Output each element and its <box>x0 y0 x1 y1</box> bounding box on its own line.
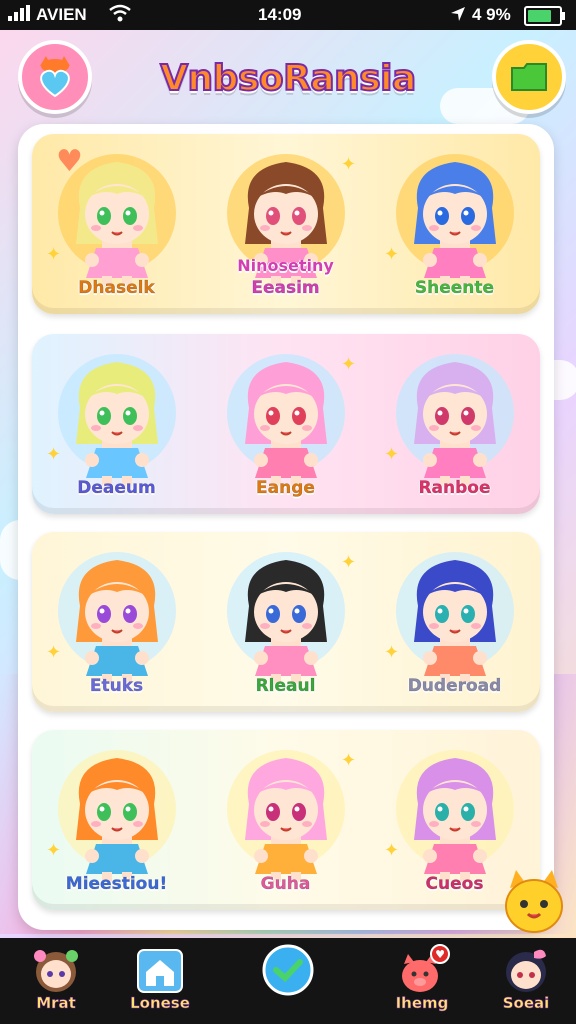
nav-label: Ihemg <box>395 994 449 1013</box>
chibi-character-icon <box>62 348 172 488</box>
character-name: Eeasim <box>251 278 320 299</box>
chibi-character-icon <box>400 148 510 288</box>
character-grid-panel: Dhaselk ✦ Ninosetiny Eeasim ✦ Sheente ✦ … <box>18 124 554 930</box>
heart-icon: ♥ <box>56 144 83 179</box>
chibi-character-icon <box>231 744 341 884</box>
location-icon <box>450 6 466 27</box>
signal-icon <box>8 5 34 26</box>
battery-percent: 4 9% <box>472 5 511 24</box>
character-name: Eange <box>256 478 315 499</box>
character-name: Mieestiou! <box>65 874 168 895</box>
folder-icon[interactable] <box>492 40 566 114</box>
sparkle-icon: ✦ <box>341 354 357 375</box>
character-card[interactable]: Ninosetiny Eeasim ✦ <box>201 134 370 314</box>
pig-notification-icon: ♥ <box>394 944 450 996</box>
fox-mascot-icon[interactable] <box>496 866 572 940</box>
character-row: Etuks ✦ Rleaul ✦ Duderoad ✦ <box>32 532 540 712</box>
character-row: Deaeum ✦ Eange ✦ Ranboe ✦ <box>32 334 540 514</box>
nav-item[interactable]: Mrat <box>6 938 106 1024</box>
carrier-name: AVIEN <box>36 5 87 24</box>
character-card[interactable]: Duderoad ✦ <box>370 532 539 712</box>
nav-item[interactable]: Soeai <box>476 938 576 1024</box>
chibi-character-icon <box>400 546 510 686</box>
nav-item[interactable] <box>238 938 338 1024</box>
chibi-character-icon <box>400 348 510 488</box>
character-name: Guha <box>260 874 311 895</box>
character-card[interactable]: Ranboe ✦ <box>370 334 539 514</box>
sparkle-icon: ✦ <box>46 840 62 861</box>
nav-label: Mrat <box>36 994 76 1013</box>
sparkle-icon: ✦ <box>46 244 62 265</box>
app-title: VnbsoRansia <box>159 57 417 100</box>
sparkle-icon: ✦ <box>46 444 62 465</box>
character-name: Duderoad <box>407 676 502 697</box>
sparkle-icon: ✦ <box>341 750 357 771</box>
sparkle-icon: ✦ <box>341 552 357 573</box>
dark-hair-girl-icon <box>498 944 554 996</box>
character-card[interactable]: Etuks ✦ <box>32 532 201 712</box>
character-card[interactable]: Eange ✦ <box>201 334 370 514</box>
chibi-character-icon <box>62 546 172 686</box>
battery-icon <box>524 6 565 26</box>
house-icon <box>132 944 188 996</box>
character-card[interactable]: Mieestiou! ✦ <box>32 730 201 910</box>
chibi-character-icon <box>231 348 341 488</box>
fox-heart-icon[interactable] <box>18 40 92 114</box>
nav-item[interactable]: Lonese <box>110 938 210 1024</box>
sparkle-icon: ✦ <box>46 642 62 663</box>
character-card[interactable]: Deaeum ✦ <box>32 334 201 514</box>
heart-check-icon <box>260 944 316 996</box>
girl-avatar-icon <box>28 944 84 996</box>
character-name: Ranboe <box>418 478 491 499</box>
nav-label: Lonese <box>130 994 190 1013</box>
character-card[interactable]: Guha ✦ <box>201 730 370 910</box>
character-name: Dhaselk <box>78 278 155 299</box>
wifi-icon <box>108 4 132 27</box>
character-row: Dhaselk ✦ Ninosetiny Eeasim ✦ Sheente ✦ <box>32 134 540 314</box>
chibi-character-icon <box>400 744 510 884</box>
nav-item[interactable]: ♥ Ihemg <box>372 938 472 1024</box>
sparkle-icon: ✦ <box>341 154 357 175</box>
bottom-nav: Mrat Lonese ♥ Ihemg Soeai <box>0 938 576 1024</box>
character-badge: Ninosetiny <box>237 256 334 275</box>
nav-label: Soeai <box>502 994 550 1013</box>
sparkle-icon: ✦ <box>384 840 400 861</box>
character-card[interactable]: Sheente ✦ <box>370 134 539 314</box>
chibi-character-icon <box>62 744 172 884</box>
character-name: Rleaul <box>255 676 316 697</box>
chibi-character-icon <box>231 546 341 686</box>
sparkle-icon: ✦ <box>384 244 400 265</box>
status-bar: AVIEN 14:09 4 9% <box>0 0 576 30</box>
svg-text:♥: ♥ <box>435 948 445 961</box>
character-card[interactable]: Rleaul ✦ <box>201 532 370 712</box>
character-name: Etuks <box>89 676 144 697</box>
character-row: Mieestiou! ✦ Guha ✦ Cueos ✦ <box>32 730 540 910</box>
character-name: Deaeum <box>77 478 156 499</box>
sparkle-icon: ✦ <box>384 642 400 663</box>
clock: 14:09 <box>258 5 302 24</box>
character-name: Sheente <box>414 278 495 299</box>
sparkle-icon: ✦ <box>384 444 400 465</box>
